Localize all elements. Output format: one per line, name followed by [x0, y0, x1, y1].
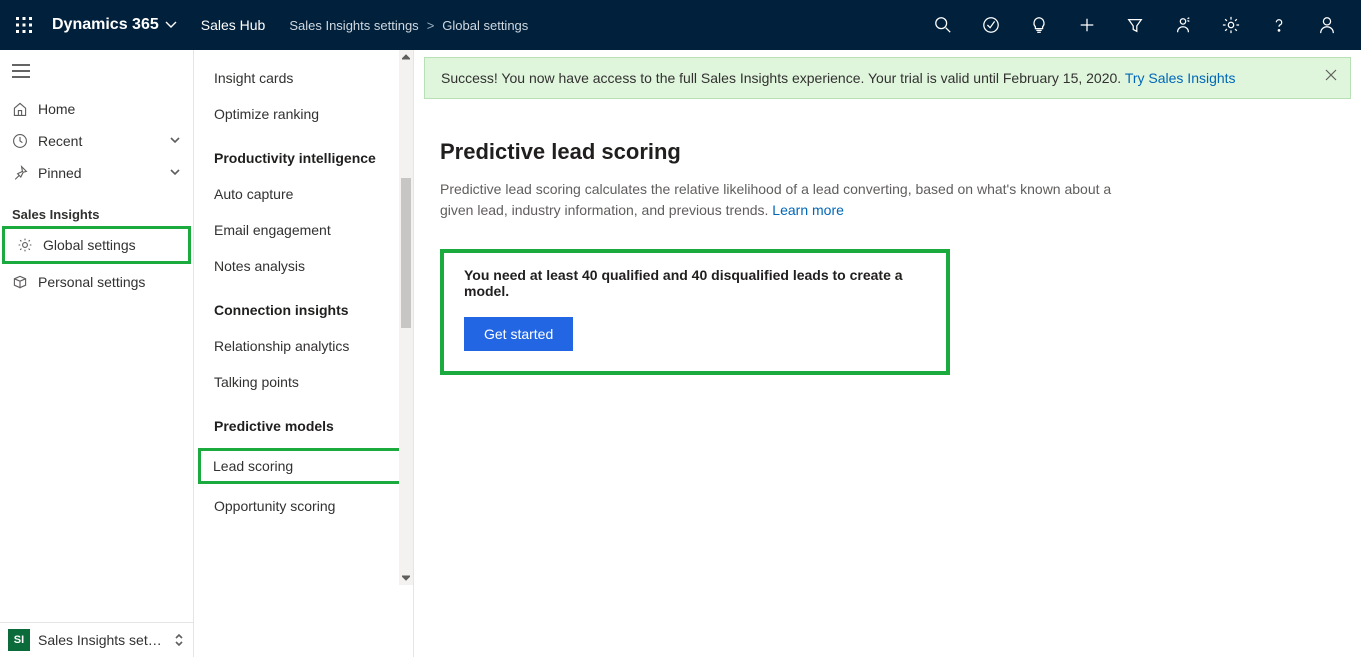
- gear-icon[interactable]: [1207, 0, 1255, 50]
- cta-box: You need at least 40 qualified and 40 di…: [440, 249, 950, 375]
- nav-recent-label: Recent: [38, 133, 159, 149]
- lightbulb-icon[interactable]: [1015, 0, 1063, 50]
- main-content: Success! You now have access to the full…: [414, 50, 1361, 657]
- task-icon[interactable]: [967, 0, 1015, 50]
- success-banner: Success! You now have access to the full…: [424, 57, 1351, 99]
- brand-dropdown[interactable]: Dynamics 365: [52, 16, 177, 34]
- nav-pinned[interactable]: Pinned: [0, 157, 193, 189]
- nav-pinned-label: Pinned: [38, 165, 159, 181]
- settings-item-notes-analysis[interactable]: Notes analysis: [194, 248, 413, 284]
- chevron-down-icon: [169, 133, 181, 149]
- nav-home[interactable]: Home: [0, 93, 193, 125]
- app-launcher-icon[interactable]: [10, 11, 38, 39]
- hamburger-icon[interactable]: [0, 56, 193, 93]
- left-sidebar-top: Home Recent Pinned Sales Insights Global…: [0, 50, 193, 622]
- page-title: Predictive lead scoring: [440, 139, 1134, 165]
- cta-requirement-text: You need at least 40 qualified and 40 di…: [464, 267, 922, 299]
- filter-icon[interactable]: [1111, 0, 1159, 50]
- chevron-down-icon: [165, 19, 177, 31]
- hub-label[interactable]: Sales Hub: [201, 17, 266, 33]
- breadcrumb-current: Global settings: [442, 18, 528, 33]
- banner-close-icon[interactable]: [1324, 68, 1340, 84]
- settings-item-email-engagement[interactable]: Email engagement: [194, 212, 413, 248]
- updown-icon: [173, 633, 185, 647]
- settings-item-optimize-ranking[interactable]: Optimize ranking: [194, 96, 413, 132]
- nav-recent[interactable]: Recent: [0, 125, 193, 157]
- page-lead: Predictive lead scoring calculates the r…: [440, 179, 1134, 221]
- columns: Home Recent Pinned Sales Insights Global…: [0, 50, 1361, 657]
- left-sidebar: Home Recent Pinned Sales Insights Global…: [0, 50, 194, 657]
- topbar-right: [919, 0, 1351, 50]
- nav-personal-settings-label: Personal settings: [38, 274, 181, 290]
- content: Predictive lead scoring Predictive lead …: [414, 99, 1134, 375]
- breadcrumb: Sales Insights settings > Global setting…: [289, 18, 528, 33]
- nav-global-settings-label: Global settings: [43, 237, 176, 253]
- clock-icon: [12, 133, 28, 149]
- home-icon: [12, 101, 28, 117]
- nav-personal-settings[interactable]: Personal settings: [0, 266, 193, 298]
- user-icon[interactable]: [1303, 0, 1351, 50]
- search-icon[interactable]: [919, 0, 967, 50]
- nav-home-label: Home: [38, 101, 181, 117]
- get-started-button[interactable]: Get started: [464, 317, 573, 351]
- help-icon[interactable]: [1255, 0, 1303, 50]
- sidebar-footer-switcher[interactable]: SI Sales Insights sett…: [0, 622, 193, 657]
- box-icon: [12, 274, 28, 290]
- chevron-down-icon: [169, 165, 181, 181]
- settings-item-insight-cards[interactable]: Insight cards: [194, 60, 413, 96]
- settings-item-relationship-analytics[interactable]: Relationship analytics: [194, 328, 413, 364]
- scroll-up-button[interactable]: [399, 50, 413, 64]
- nav-global-settings[interactable]: Global settings: [2, 226, 191, 264]
- breadcrumb-parent[interactable]: Sales Insights settings: [289, 18, 418, 33]
- add-icon[interactable]: [1063, 0, 1111, 50]
- banner-text: Success! You now have access to the full…: [441, 70, 1125, 86]
- breadcrumb-separator: >: [427, 18, 435, 33]
- brand-label: Dynamics 365: [52, 16, 159, 34]
- settings-item-auto-capture[interactable]: Auto capture: [194, 176, 413, 212]
- pin-icon: [12, 165, 28, 181]
- sidebar-footer-label: Sales Insights sett…: [38, 632, 165, 648]
- scroll-thumb[interactable]: [401, 178, 411, 328]
- settings-item-lead-scoring[interactable]: Lead scoring: [198, 448, 405, 484]
- banner-link[interactable]: Try Sales Insights: [1125, 70, 1236, 86]
- settings-item-opportunity-scoring[interactable]: Opportunity scoring: [194, 488, 413, 524]
- settings-sidebar: Insight cards Optimize ranking Productiv…: [194, 50, 414, 657]
- settings-group-connection: Connection insights: [194, 284, 413, 328]
- settings-sidebar-inner: Insight cards Optimize ranking Productiv…: [194, 50, 413, 534]
- gear-small-icon: [17, 237, 33, 253]
- assistant-icon[interactable]: [1159, 0, 1207, 50]
- learn-more-link[interactable]: Learn more: [772, 202, 844, 218]
- top-bar: Dynamics 365 Sales Hub Sales Insights se…: [0, 0, 1361, 50]
- settings-item-talking-points[interactable]: Talking points: [194, 364, 413, 400]
- scroll-down-button[interactable]: [399, 571, 413, 585]
- topbar-left: Dynamics 365 Sales Hub Sales Insights se…: [10, 11, 919, 39]
- nav-section-header: Sales Insights: [0, 189, 193, 226]
- settings-group-predictive: Predictive models: [194, 400, 413, 444]
- si-badge: SI: [8, 629, 30, 651]
- settings-group-productivity: Productivity intelligence: [194, 132, 413, 176]
